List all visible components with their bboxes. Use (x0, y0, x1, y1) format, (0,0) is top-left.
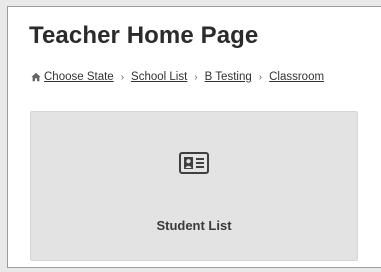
page-panel: Teacher Home Page Choose State › School … (7, 6, 381, 268)
breadcrumb-classroom[interactable]: Classroom (269, 71, 324, 83)
student-list-tile[interactable]: Student List (30, 111, 358, 261)
breadcrumb-separator: › (120, 71, 125, 83)
breadcrumb-b-testing[interactable]: B Testing (205, 71, 252, 83)
home-icon (31, 72, 41, 82)
page-title: Teacher Home Page (29, 22, 259, 49)
breadcrumb: Choose State › School List › B Testing ›… (31, 71, 324, 83)
id-card-icon (179, 152, 209, 174)
breadcrumb-separator: › (194, 71, 198, 83)
breadcrumb-school-list[interactable]: School List (131, 71, 187, 83)
breadcrumb-choose-state[interactable]: Choose State (44, 71, 114, 83)
breadcrumb-separator: › (258, 71, 263, 83)
student-list-label: Student List (156, 218, 232, 233)
